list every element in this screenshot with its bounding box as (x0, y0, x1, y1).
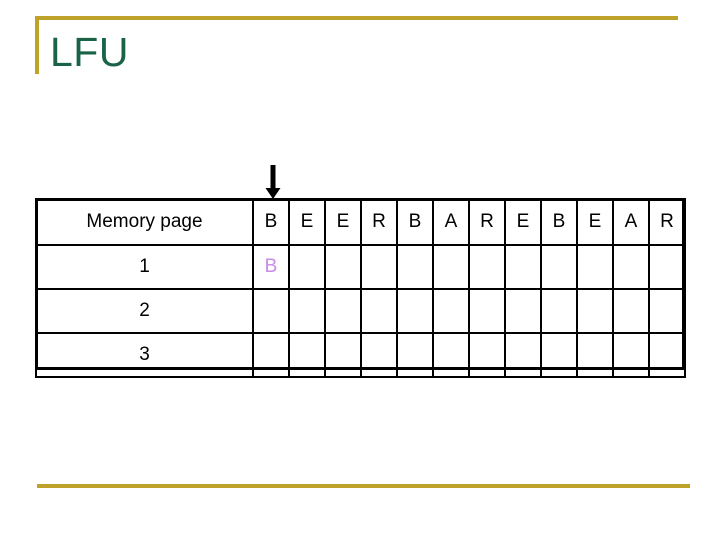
frame-cell-r3c7[interactable] (468, 332, 506, 378)
table-header-row: Memory page B E E R B A R E B E A R (35, 198, 686, 246)
ref-cell-2: E (288, 198, 326, 246)
table-row: 1 B (35, 244, 686, 290)
ref-cell-12: R (648, 198, 686, 246)
frame-cell-r2c1[interactable] (252, 288, 290, 334)
row-label-3: 3 (35, 332, 254, 378)
frame-cell-r1c9[interactable] (540, 244, 578, 290)
frame-cell-r1c3[interactable] (324, 244, 362, 290)
frame-cell-r1c10[interactable] (576, 244, 614, 290)
ref-cell-11: A (612, 198, 650, 246)
page-title: LFU (50, 29, 129, 75)
table-row: 2 (35, 288, 686, 334)
memory-page-table: Memory page B E E R B A R E B E A R 1 B (35, 198, 686, 378)
frame-cell-r3c8[interactable] (504, 332, 542, 378)
frame-cell-r1c8[interactable] (504, 244, 542, 290)
ref-cell-4: R (360, 198, 398, 246)
frame-cell-r3c10[interactable] (576, 332, 614, 378)
frame-cell-r1c11[interactable] (612, 244, 650, 290)
table-row: 3 (35, 332, 686, 378)
ref-cell-5: B (396, 198, 434, 246)
frame-cell-r2c10[interactable] (576, 288, 614, 334)
frame-cell-r2c5[interactable] (396, 288, 434, 334)
title-rule-left (35, 16, 39, 74)
frame-cell-r2c2[interactable] (288, 288, 326, 334)
frame-cell-r2c9[interactable] (540, 288, 578, 334)
frame-cell-r1c2[interactable] (288, 244, 326, 290)
frame-cell-r3c2[interactable] (288, 332, 326, 378)
frame-cell-r1c5[interactable] (396, 244, 434, 290)
frame-cell-r2c4[interactable] (360, 288, 398, 334)
frame-cell-r1c7[interactable] (468, 244, 506, 290)
ref-cell-1: B (252, 198, 290, 246)
ref-cell-10: E (576, 198, 614, 246)
footer-rule (37, 484, 690, 488)
frame-cell-r1c4[interactable] (360, 244, 398, 290)
frame-cell-r2c6[interactable] (432, 288, 470, 334)
frame-cell-r3c3[interactable] (324, 332, 362, 378)
frame-cell-r2c3[interactable] (324, 288, 362, 334)
row-label-1: 1 (35, 244, 254, 290)
row-label-2: 2 (35, 288, 254, 334)
frame-cell-r1c6[interactable] (432, 244, 470, 290)
frame-cell-r3c5[interactable] (396, 332, 434, 378)
frame-cell-r3c11[interactable] (612, 332, 650, 378)
frame-cell-r3c9[interactable] (540, 332, 578, 378)
frame-cell-r1c1[interactable]: B (252, 244, 290, 290)
frame-cell-r3c4[interactable] (360, 332, 398, 378)
frame-cell-r3c1[interactable] (252, 332, 290, 378)
ref-cell-6: A (432, 198, 470, 246)
column-header-memory-page: Memory page (35, 198, 254, 246)
slide-canvas: LFU Memory page B E E R B A R E B E A R (0, 0, 720, 540)
ref-cell-9: B (540, 198, 578, 246)
frame-cell-r3c6[interactable] (432, 332, 470, 378)
frame-cell-r2c11[interactable] (612, 288, 650, 334)
title-rule-top (35, 16, 678, 20)
frame-cell-r2c8[interactable] (504, 288, 542, 334)
frame-cell-r3c12[interactable] (648, 332, 686, 378)
ref-cell-7: R (468, 198, 506, 246)
down-arrow-icon (265, 165, 281, 199)
table-body: Memory page B E E R B A R E B E A R 1 B (35, 198, 686, 378)
frame-cell-r1c12[interactable] (648, 244, 686, 290)
ref-cell-3: E (324, 198, 362, 246)
frame-cell-r2c7[interactable] (468, 288, 506, 334)
frame-cell-r2c12[interactable] (648, 288, 686, 334)
ref-cell-8: E (504, 198, 542, 246)
